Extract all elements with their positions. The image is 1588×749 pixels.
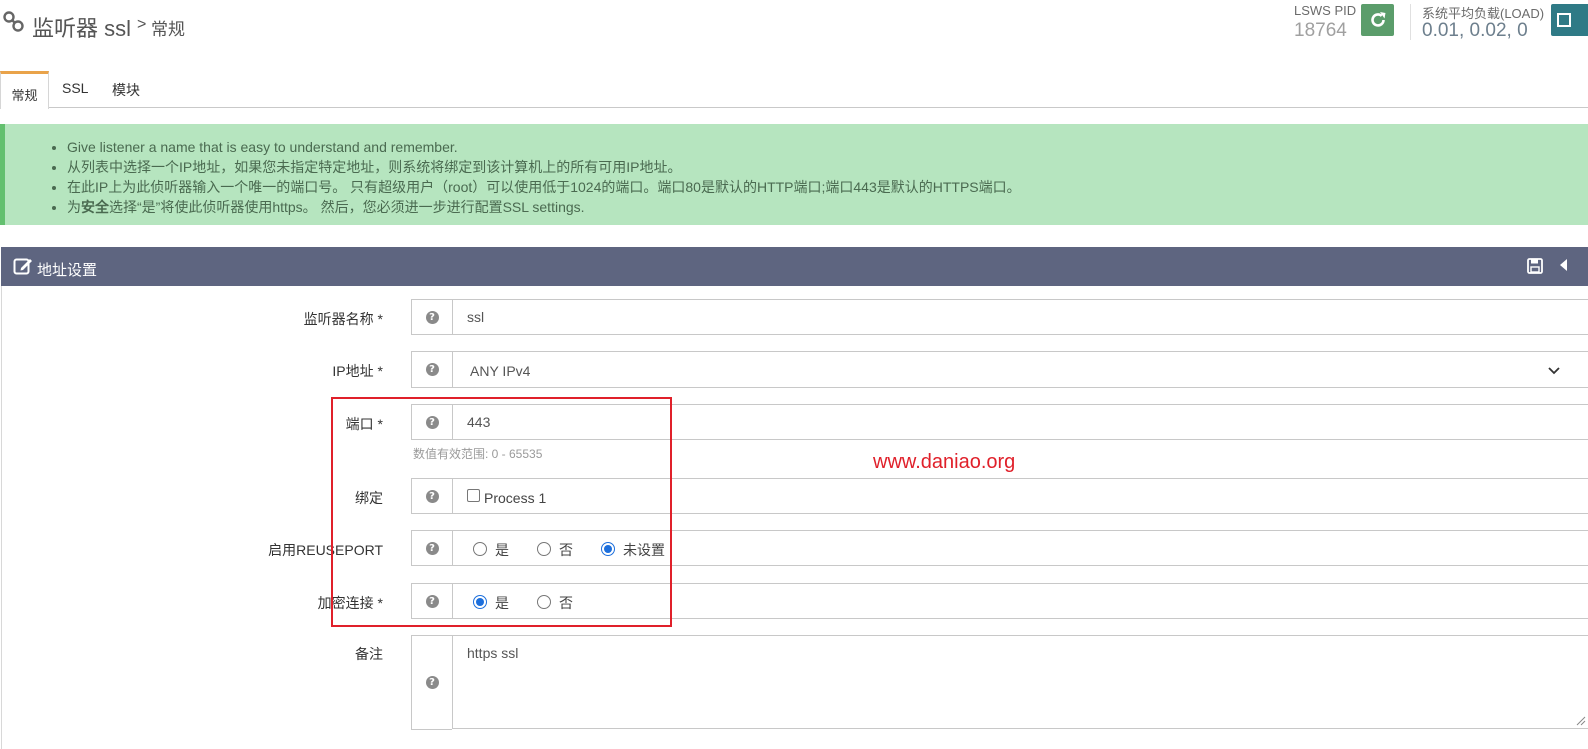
- secure-no-radio[interactable]: [537, 595, 551, 609]
- help-item: 在此IP上为此侦听器输入一个唯一的端口号。 只有超级用户（root）可以使用低于…: [67, 177, 1021, 197]
- question-icon: ?: [425, 363, 439, 376]
- secure-no-label: 否: [559, 595, 573, 611]
- tab-ssl[interactable]: SSL: [62, 71, 88, 108]
- pid-label: LSWS PID: [1294, 3, 1357, 18]
- binding-field: Process 1: [452, 478, 1588, 514]
- name-help[interactable]: ?: [411, 299, 452, 335]
- chevron-down-icon: [1548, 367, 1560, 375]
- help-item: Give listener a name that is easy to und…: [67, 137, 1021, 157]
- name-input[interactable]: ssl: [452, 299, 1588, 335]
- tab-bar: 常规 SSL 模块: [0, 71, 1588, 109]
- header-divider: [1410, 4, 1411, 40]
- reuseport-yes-radio[interactable]: [473, 542, 487, 556]
- resize-grip-icon[interactable]: [1576, 716, 1586, 726]
- question-icon: ?: [425, 310, 439, 324]
- process-checkbox-label: Process 1: [484, 490, 547, 506]
- process-checkbox[interactable]: [467, 489, 480, 502]
- port-help[interactable]: ?: [411, 404, 452, 440]
- page-header: 监听器 ssl > 常规 LSWS PID 18764 系统平均负载(LOAD)…: [0, 0, 1588, 60]
- notes-label: 备注: [355, 646, 383, 662]
- breadcrumb-separator: >: [137, 16, 147, 33]
- question-icon: ?: [425, 415, 439, 429]
- link-icon: [3, 11, 24, 32]
- corner-action-button[interactable]: [1551, 4, 1588, 36]
- reuseport-yes-label: 是: [495, 542, 509, 558]
- help-item-emphasis: 安全: [81, 199, 109, 215]
- ip-select[interactable]: ANY IPv4: [452, 351, 1588, 388]
- back-icon[interactable]: [1558, 257, 1572, 273]
- reuseport-field: 是 否 未设置: [452, 530, 1588, 566]
- notes-help[interactable]: ?: [411, 635, 452, 730]
- page-title: 监听器 ssl: [32, 16, 132, 41]
- reuseport-label: 启用REUSEPORT: [268, 542, 383, 558]
- question-icon: ?: [425, 489, 439, 503]
- secure-yes-label: 是: [495, 595, 509, 611]
- port-input[interactable]: 443: [452, 404, 1588, 440]
- help-item: 为安全选择“是”将使此侦听器使用https。 然后，您必须进一步进行配置SSL …: [67, 197, 1021, 217]
- question-icon: ?: [425, 676, 439, 689]
- breadcrumb-current: 常规: [151, 20, 185, 39]
- panel-header: 地址设置: [1, 247, 1588, 286]
- reuseport-no-radio[interactable]: [537, 542, 551, 556]
- watermark-text: www.daniao.org: [873, 451, 1016, 473]
- ip-help[interactable]: ?: [411, 351, 452, 388]
- info-alert: Give listener a name that is easy to und…: [0, 124, 1588, 225]
- reuseport-help[interactable]: ?: [411, 530, 452, 566]
- port-label: 端口 *: [345, 416, 383, 432]
- log-icon: [1557, 13, 1571, 27]
- tab-general[interactable]: 常规: [0, 71, 49, 109]
- pid-value: 18764: [1294, 20, 1347, 41]
- reuseport-unset-label: 未设置: [623, 542, 665, 558]
- panel-title: 地址设置: [37, 262, 98, 279]
- tab-modules[interactable]: 模块: [112, 71, 140, 108]
- ip-label: IP地址 *: [332, 363, 383, 379]
- notes-textarea[interactable]: https ssl: [452, 635, 1588, 729]
- secure-help[interactable]: ?: [411, 583, 452, 619]
- binding-help[interactable]: ?: [411, 478, 452, 514]
- question-icon: ?: [425, 594, 439, 608]
- secure-label: 加密连接 *: [317, 595, 383, 611]
- secure-field: 是 否: [452, 583, 1588, 619]
- secure-yes-radio[interactable]: [473, 595, 487, 609]
- name-label: 监听器名称 *: [303, 311, 383, 327]
- save-icon[interactable]: [1526, 257, 1544, 275]
- help-list: Give listener a name that is easy to und…: [67, 137, 1021, 217]
- question-icon: ?: [425, 541, 439, 555]
- restart-button[interactable]: [1361, 4, 1394, 36]
- reuseport-unset-radio[interactable]: [601, 542, 615, 556]
- help-item: 从列表中选择一个IP地址，如果您未指定特定地址，则系统将绑定到该计算机上的所有可…: [67, 157, 1021, 177]
- port-range-hint: 数值有效范围: 0 - 65535: [413, 447, 543, 461]
- reuseport-no-label: 否: [559, 542, 573, 558]
- load-value: 0.01, 0.02, 0: [1422, 20, 1528, 41]
- edit-icon: [13, 258, 32, 275]
- refresh-icon: [1370, 12, 1385, 27]
- binding-label: 绑定: [355, 490, 383, 506]
